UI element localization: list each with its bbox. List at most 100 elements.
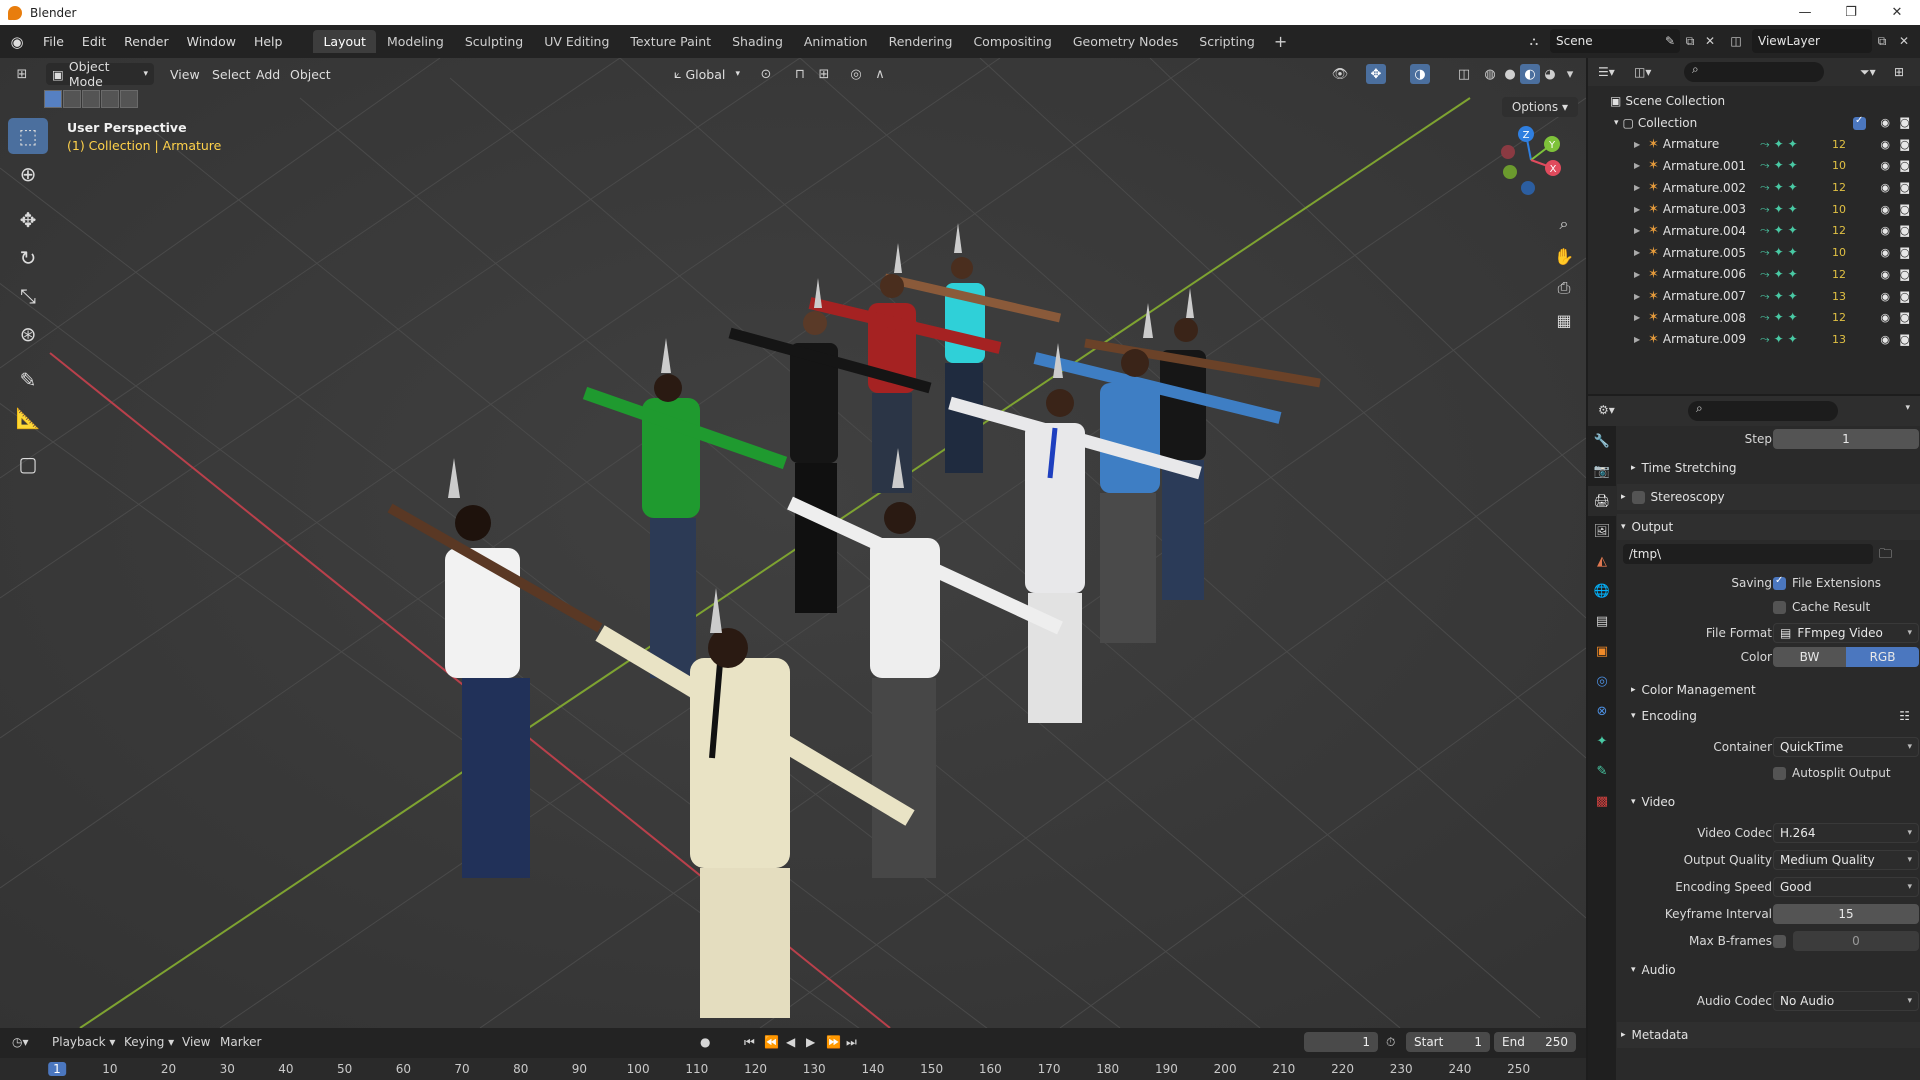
outliner-item[interactable]: ▶ ✶ Armature.006 ⤳✦✦ 12 ◉ ◙	[1588, 264, 1920, 286]
expand-arrow-icon[interactable]: ▶	[1634, 205, 1640, 214]
modifier-icons[interactable]: ⤳✦✦	[1760, 310, 1802, 325]
zoom-icon[interactable]: ⌕	[1550, 210, 1578, 238]
camera-icon[interactable]: ◙	[1899, 333, 1910, 346]
outliner-editor-icon[interactable]: ☰▾	[1598, 65, 1615, 79]
modifier-icons[interactable]: ⤳✦✦	[1760, 202, 1802, 217]
bone-tab-icon[interactable]: ✎	[1588, 756, 1616, 786]
metadata-panel[interactable]: ▸ Metadata	[1617, 1022, 1920, 1048]
eye-icon[interactable]: ◉	[1880, 203, 1890, 216]
outliner-item[interactable]: ▶ ✶ Armature ⤳✦✦ 12 ◉ ◙	[1588, 133, 1920, 155]
options-dropdown[interactable]: Options ▾	[1501, 97, 1578, 117]
outliner-item[interactable]: ▶ ✶ Armature.009 ⤳✦✦ 13 ◉ ◙	[1588, 329, 1920, 351]
gizmo-neg-y[interactable]	[1503, 165, 1517, 179]
new-collection-icon[interactable]: ⊞	[1894, 65, 1904, 79]
camera-view-icon[interactable]: ⎙	[1550, 274, 1578, 302]
pivot-point-icon[interactable]: ⊙	[756, 64, 776, 84]
camera-icon[interactable]: ◙	[1899, 311, 1910, 324]
encoding-speed-dropdown[interactable]: Good ▾	[1773, 877, 1919, 897]
add-cube-tool-icon[interactable]: ▢	[8, 446, 48, 482]
tab-animation[interactable]: Animation	[794, 30, 878, 53]
select-subtract-icon[interactable]	[82, 90, 100, 108]
filter-icon[interactable]: ⏷▾	[1860, 65, 1876, 80]
snap-target-icon[interactable]: ⊞	[814, 64, 834, 84]
file-format-dropdown[interactable]: ▤ FFmpeg Video ▾	[1773, 623, 1919, 643]
proportional-edit-icon[interactable]: ◎	[846, 64, 866, 84]
tab-geometry-nodes[interactable]: Geometry Nodes	[1063, 30, 1188, 53]
jump-end-icon[interactable]: ⏭	[846, 1035, 857, 1050]
modifier-icons[interactable]: ⤳✦✦	[1760, 158, 1802, 173]
viewlayer-field[interactable]: ViewLayer	[1752, 29, 1872, 53]
outliner-item[interactable]: ▶ ✶ Armature.002 ⤳✦✦ 12 ◉ ◙	[1588, 177, 1920, 199]
measure-tool-icon[interactable]: 📐	[8, 400, 48, 436]
menu-view[interactable]: View	[164, 63, 206, 85]
add-workspace-button[interactable]: +	[1266, 32, 1295, 51]
folder-icon[interactable]: 🗀	[1879, 545, 1892, 567]
eye-icon[interactable]: ◉	[1880, 268, 1890, 281]
marker-menu[interactable]: Marker	[220, 1035, 261, 1049]
texture-tab-icon[interactable]: ▩	[1588, 786, 1616, 816]
solid-shading-icon[interactable]: ●	[1500, 64, 1520, 84]
expand-arrow-icon[interactable]: ▶	[1634, 226, 1640, 235]
rendered-shading-icon[interactable]: ◕	[1540, 64, 1560, 84]
scene-selector-icon[interactable]: ⛬	[1524, 31, 1544, 51]
gizmo-toggle-icon[interactable]: ✥	[1366, 64, 1386, 84]
timeline-editor-icon[interactable]: ◷▾	[12, 1035, 29, 1049]
eye-icon[interactable]: ◉	[1880, 290, 1890, 303]
eye-icon[interactable]: ◉	[1880, 311, 1890, 324]
output-path-input[interactable]: /tmp\	[1623, 544, 1873, 564]
jump-start-icon[interactable]: ⏮	[744, 1035, 755, 1050]
expand-arrow-icon[interactable]: ▶	[1634, 292, 1640, 301]
max-bframes-checkbox[interactable]	[1773, 934, 1792, 948]
expand-arrow-icon[interactable]: ▶	[1634, 161, 1640, 170]
tab-texture-paint[interactable]: Texture Paint	[620, 30, 721, 53]
modifier-icons[interactable]: ⤳✦✦	[1760, 245, 1802, 260]
keying-menu[interactable]: Keying ▾	[124, 1035, 174, 1049]
file-extensions-checkbox[interactable]: File Extensions	[1773, 575, 1881, 590]
annotate-tool-icon[interactable]: ✎	[8, 362, 48, 398]
eye-icon[interactable]: ◉	[1880, 159, 1890, 172]
shading-options-icon[interactable]: ▾	[1560, 64, 1580, 84]
camera-icon[interactable]: ◙	[1899, 268, 1910, 281]
menu-render[interactable]: Render	[115, 34, 178, 49]
eye-icon[interactable]: ◉	[1880, 224, 1890, 237]
menu-add[interactable]: Add	[250, 63, 286, 85]
transform-orientation-dropdown[interactable]: ⟀ Global ▾	[668, 63, 746, 85]
cursor-tool-icon[interactable]: ⊕	[8, 156, 48, 192]
color-bw-button[interactable]: BW	[1773, 647, 1846, 667]
restore-button[interactable]: ❐	[1828, 0, 1874, 25]
view-layer-tab-icon[interactable]: 🖼	[1588, 516, 1616, 546]
viewlayer-icon[interactable]: ◫	[1726, 31, 1746, 51]
menu-file[interactable]: File	[34, 34, 73, 49]
modifier-icons[interactable]: ⤳✦✦	[1760, 332, 1802, 347]
delete-scene-icon[interactable]: ✕	[1700, 31, 1720, 51]
new-viewlayer-icon[interactable]: ⧉	[1872, 31, 1892, 51]
properties-search-input[interactable]: ⌕	[1688, 401, 1838, 421]
scene-tab-icon[interactable]: ◭	[1588, 546, 1616, 576]
select-extend-icon[interactable]	[63, 90, 81, 108]
3d-viewport[interactable]: ⊞ ▣ Object Mode ▾ View Select Add Object…	[0, 58, 1586, 1028]
stereoscopy-checkbox[interactable]	[1631, 490, 1645, 504]
tab-layout[interactable]: Layout	[313, 30, 376, 53]
eye-icon[interactable]: ◉	[1880, 181, 1890, 194]
eye-icon[interactable]: ◉	[1880, 138, 1890, 151]
stereoscopy-panel[interactable]: ▸ Stereoscopy	[1617, 484, 1920, 510]
properties-editor-icon[interactable]: ⚙▾	[1598, 403, 1615, 417]
pan-hand-icon[interactable]: ✋	[1550, 242, 1578, 270]
output-panel[interactable]: ▾ Output	[1617, 514, 1920, 540]
tool-tab-icon[interactable]: 🔧	[1588, 426, 1616, 456]
modifier-icons[interactable]: ⤳✦✦	[1760, 180, 1802, 195]
move-tool-icon[interactable]: ✥	[8, 202, 48, 238]
expand-arrow-icon[interactable]: ▶	[1634, 335, 1640, 344]
chevron-down-icon[interactable]: ▾	[1905, 403, 1910, 413]
camera-icon[interactable]: ◙	[1899, 290, 1910, 303]
expand-arrow-icon[interactable]: ▶	[1634, 313, 1640, 322]
camera-icon[interactable]: ◙	[1899, 138, 1910, 151]
output-tab-icon[interactable]: 🖨	[1588, 486, 1616, 516]
menu-select[interactable]: Select	[206, 63, 257, 85]
camera-icon[interactable]: ◙	[1899, 246, 1910, 259]
snap-icon[interactable]: ⊓	[790, 64, 810, 84]
next-keyframe-icon[interactable]: ⏩	[826, 1035, 841, 1049]
record-icon[interactable]: ●	[700, 1035, 710, 1049]
playback-menu[interactable]: Playback ▾	[52, 1035, 115, 1049]
eye-icon[interactable]: ◉	[1880, 333, 1890, 346]
